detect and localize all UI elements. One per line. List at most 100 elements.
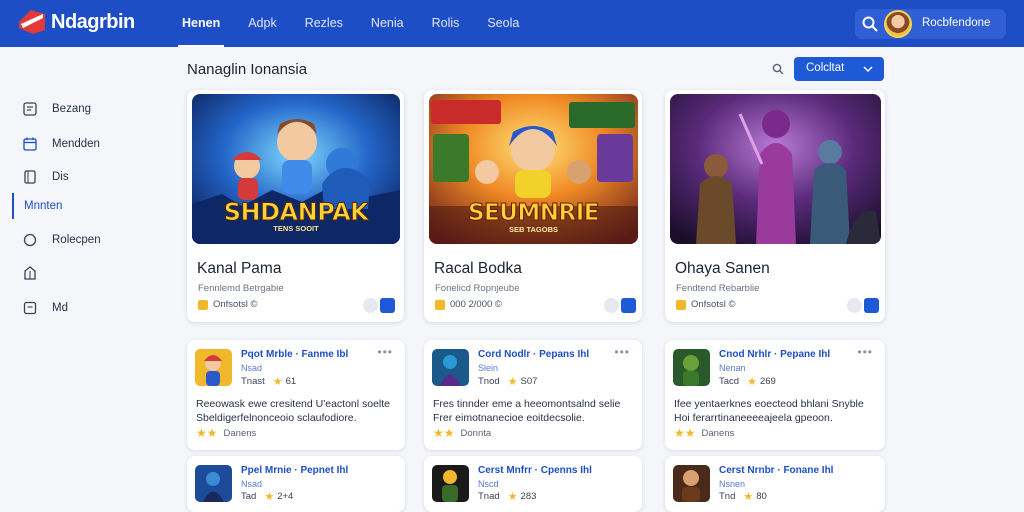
rating-label: Tacd xyxy=(719,376,740,387)
info-button[interactable] xyxy=(604,298,619,313)
game-meta-text: Onfsotsl © xyxy=(213,299,258,310)
rating-label: Tnd xyxy=(719,491,736,502)
nav-item-6[interactable]: Seola xyxy=(487,0,519,47)
featured-card[interactable]: SEUMNRIE SEB TAGOBS Racal Bodka Fonelicd… xyxy=(424,90,642,322)
search-icon[interactable] xyxy=(771,62,785,76)
game-icon-3 xyxy=(673,349,710,386)
game-title: Cord Nodlr · Pepans Ihl xyxy=(478,349,590,360)
featured-card[interactable]: Ohaya Sanen Fendtend Rebarblie Onfsotsl … xyxy=(665,90,885,322)
game-rating: Tnad ★ 283 xyxy=(478,490,536,503)
rating-value: 80 xyxy=(756,491,767,502)
game-subtitle: Fendtend Rebarblie xyxy=(676,283,760,294)
nav-item-3[interactable]: Rezles xyxy=(305,0,343,47)
game-thumbnail xyxy=(670,94,881,244)
game-thumbnail xyxy=(673,349,710,386)
footer-text: Danens xyxy=(223,427,257,439)
game-subtitle: Fennlemd Betrgabie xyxy=(198,283,284,294)
sidebar-item-3[interactable]: Dis xyxy=(12,164,69,190)
game-description: Ifee yentaerknes eoecteod bhlani Snyble … xyxy=(674,398,864,424)
rating-label: Tnod xyxy=(478,376,500,387)
rating-label: Tad xyxy=(241,491,257,502)
nav-item-4[interactable]: Nenia xyxy=(371,0,404,47)
info-button[interactable] xyxy=(847,298,862,313)
game-meta-text: 000 2/000 © xyxy=(450,299,502,310)
list-item[interactable]: Pqot Mrble · Fanme Ibl ••• Nsad Tnast ★ 61… xyxy=(187,340,405,450)
game-rating: Tnast ★ 61 xyxy=(241,375,296,388)
sidebar-item-label: Mnnten xyxy=(24,200,63,212)
user-menu[interactable]: Rocbfendone xyxy=(855,9,1006,39)
expand-button[interactable] xyxy=(864,298,879,313)
document-icon xyxy=(23,102,37,116)
game-subtitle: Nscd xyxy=(478,479,499,489)
list-item[interactable]: Cerst Nrnbr · Fonane Ihl Nsnen Tnd ★ 80 xyxy=(665,456,885,512)
sidebar-item-7[interactable]: Md xyxy=(12,295,68,321)
game-subtitle: Nenan xyxy=(719,363,746,373)
search-icon[interactable] xyxy=(860,14,880,34)
game-thumbnail: SEUMNRIE SEB TAGOBS xyxy=(429,94,638,244)
sidebar-item-1[interactable]: Bezang xyxy=(12,96,91,122)
calendar-icon xyxy=(23,137,37,151)
app-title[interactable]: Ndagrbin xyxy=(51,11,135,34)
info-button[interactable] xyxy=(363,298,378,313)
sidebar-item-5[interactable]: Rolecpen xyxy=(12,227,101,253)
game-art-3 xyxy=(670,94,881,244)
list-item[interactable]: Ppel Mrnie · Pepnet Ihl Nsad Tad ★ 2+4 xyxy=(187,456,405,512)
list-item[interactable]: Cerst Mnfrr · Cpenns Ihl Nscd Tnad ★ 283 xyxy=(424,456,642,512)
nav-home[interactable]: Henen xyxy=(177,0,225,47)
rating-value: 2+4 xyxy=(277,491,294,502)
note-icon xyxy=(23,301,37,315)
game-banner-sub: TENS SOOIT xyxy=(273,224,319,233)
game-title: Cerst Mnfrr · Cpenns Ihl xyxy=(478,465,592,476)
game-footer: ★★ Donnta xyxy=(433,426,491,440)
avatar[interactable] xyxy=(884,10,912,38)
game-subtitle: Slein xyxy=(478,363,499,373)
file-icon xyxy=(24,170,36,184)
more-icon[interactable]: ••• xyxy=(614,345,630,359)
game-rating: Tnd ★ 80 xyxy=(719,490,767,503)
sidebar-item-6[interactable] xyxy=(12,260,52,286)
game-banner: SEUMNRIE xyxy=(467,200,600,227)
star-icon: ★ xyxy=(272,376,283,388)
rating-value: S07 xyxy=(520,376,538,387)
list-item[interactable]: Cnod Nrhlr · Pepane Ihl ••• Nenan Tacd ★ 2… xyxy=(665,340,885,450)
game-icon-2 xyxy=(432,349,469,386)
user-name[interactable]: Rocbfendone xyxy=(922,17,990,29)
sidebar-item-4[interactable]: Mnnten xyxy=(12,193,62,219)
sidebar-item-label: Bezang xyxy=(52,103,92,115)
nav-item-2[interactable]: Adpk xyxy=(248,0,277,47)
featured-card[interactable]: SHDANPAK TENS SOOIT Kanal Pama Fennlemd … xyxy=(187,90,404,322)
list-item[interactable]: Cord Nodlr · Pepans Ihl ••• Slein Tnod ★ S… xyxy=(424,340,642,450)
game-icon-6 xyxy=(673,465,710,502)
game-title: Ohaya Sanen xyxy=(675,260,770,277)
game-rating: Tacd ★ 269 xyxy=(719,375,776,388)
logo-icon[interactable] xyxy=(17,8,47,36)
more-icon[interactable]: ••• xyxy=(857,345,873,359)
game-thumbnail: SHDANPAK TENS SOOIT xyxy=(192,94,400,244)
rating-value: 283 xyxy=(520,491,537,502)
rating-value: 61 xyxy=(285,376,297,387)
game-title: Racal Bodka xyxy=(434,260,522,277)
filter-select[interactable]: Colcltat xyxy=(794,57,884,81)
game-subtitle: Nsad xyxy=(241,479,263,489)
footer-text: Donnta xyxy=(460,427,492,439)
game-icon-1 xyxy=(195,349,232,386)
nav-item-5[interactable]: Rolis xyxy=(432,0,460,47)
expand-button[interactable] xyxy=(621,298,636,313)
footer-text: Danens xyxy=(701,427,735,439)
star-icon: ★ xyxy=(743,491,754,503)
star-icon: ★ xyxy=(507,491,518,503)
sidebar-item-2[interactable]: Mendden xyxy=(12,131,100,157)
star-icon: ★ xyxy=(507,376,518,388)
game-title: Pqot Mrble · Fanme Ibl xyxy=(241,349,349,360)
game-description: Reeowask ewe cresitend U'eactonl soelte … xyxy=(196,398,391,424)
game-title: Ppel Mrnie · Pepnet Ihl xyxy=(241,465,349,476)
sidebar-item-label: Dis xyxy=(52,171,69,183)
expand-button[interactable] xyxy=(380,298,395,313)
rating-value: 269 xyxy=(759,376,776,387)
game-thumbnail xyxy=(195,465,232,502)
star-rating-icon: ★★ xyxy=(196,426,218,440)
coin-icon xyxy=(435,299,445,310)
rating-label: Tnad xyxy=(478,491,500,502)
star-icon: ★ xyxy=(747,376,757,388)
more-icon[interactable]: ••• xyxy=(377,345,393,359)
